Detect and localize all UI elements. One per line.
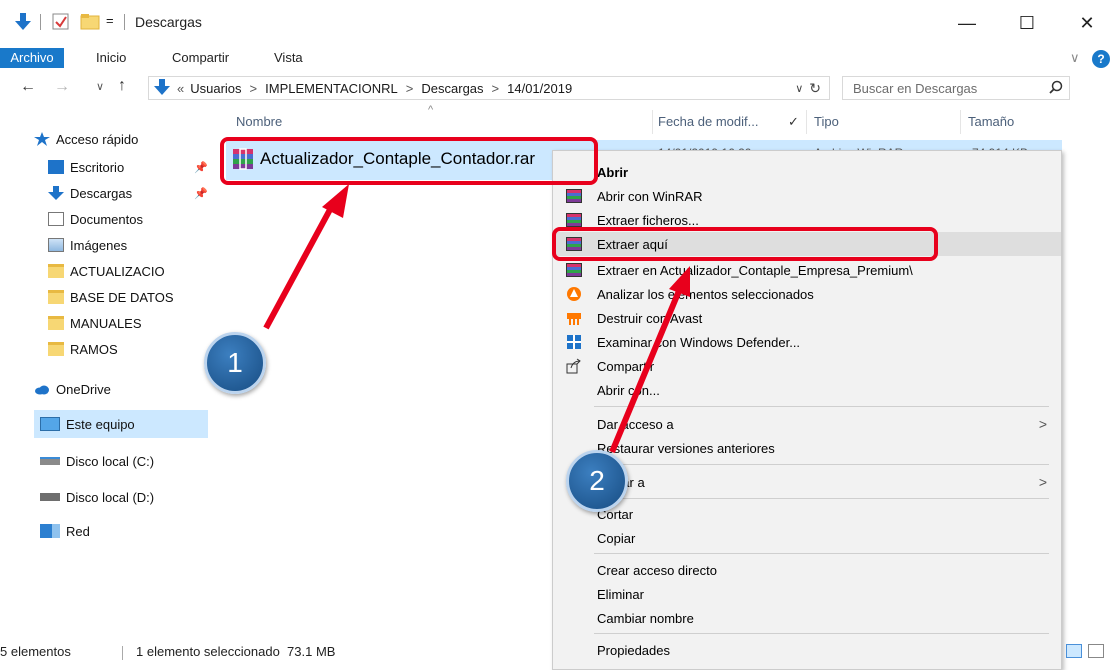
annotation-arrows [263, 184, 690, 454]
arrow-line-2 [609, 284, 684, 454]
step-badge-1: 1 [204, 332, 266, 394]
step-badge-2: 2 [566, 450, 628, 512]
arrow-line-1 [263, 202, 336, 330]
arrow-head-2 [669, 266, 690, 297]
